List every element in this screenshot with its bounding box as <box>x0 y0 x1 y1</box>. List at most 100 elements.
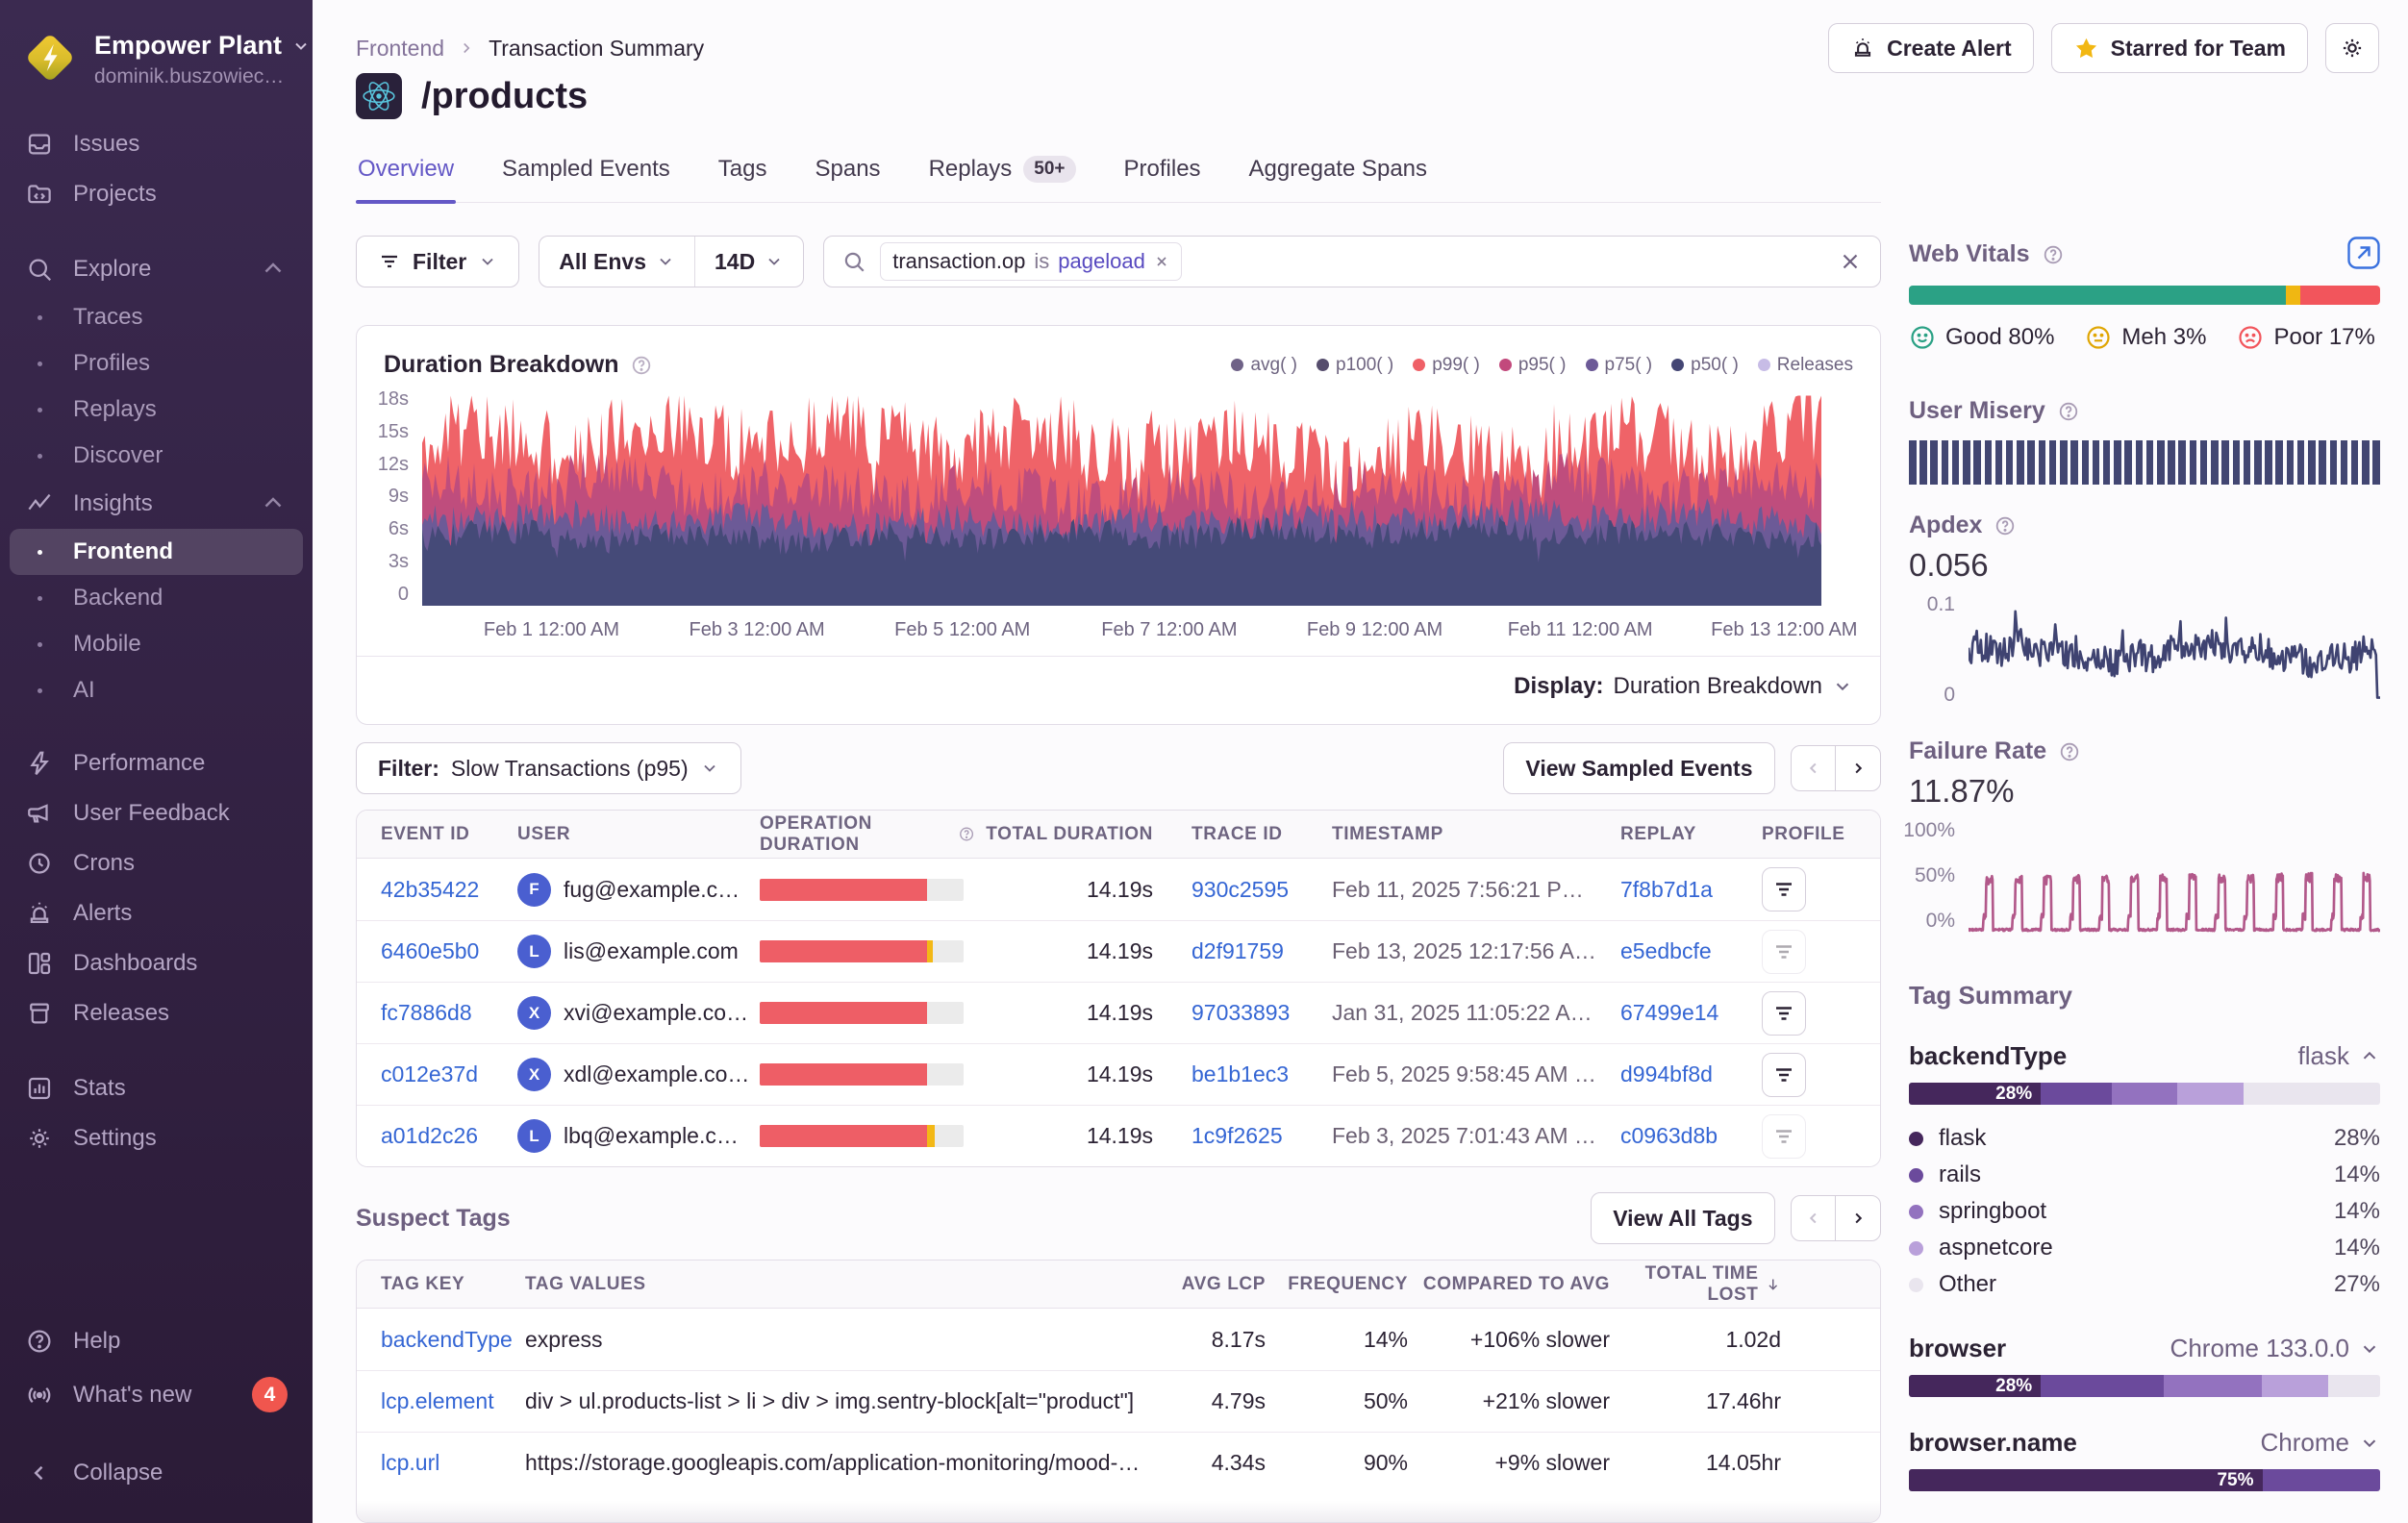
sidebar-item-user-feedback[interactable]: User Feedback <box>0 788 313 838</box>
profile-button[interactable] <box>1762 930 1806 974</box>
table-row: lcp.element div > ul.products-list > li … <box>357 1370 1880 1432</box>
replay-link[interactable]: e5edbcfe <box>1620 938 1712 963</box>
open-in-new-icon[interactable] <box>2347 237 2380 269</box>
sidebar-item-traces[interactable]: Traces <box>0 294 313 340</box>
prev-page-button[interactable] <box>1791 745 1837 791</box>
environment-selector[interactable]: All Envs <box>539 237 694 287</box>
bar-chart-icon <box>25 1074 54 1103</box>
sidebar-item-dashboards[interactable]: Dashboards <box>0 938 313 988</box>
sidebar-item-backend[interactable]: Backend <box>0 575 313 621</box>
replay-link[interactable]: d994bf8d <box>1620 1061 1713 1086</box>
replay-link[interactable]: 67499e14 <box>1620 1000 1718 1025</box>
legend-item[interactable]: p75( ) <box>1586 355 1653 376</box>
next-page-button[interactable] <box>1835 1195 1881 1241</box>
tab-tags[interactable]: Tags <box>716 148 769 202</box>
trace-id-link[interactable]: 1c9f2625 <box>1191 1123 1283 1148</box>
legend-item[interactable]: Releases <box>1758 355 1853 376</box>
legend-item[interactable]: p100( ) <box>1317 355 1393 376</box>
event-id-link[interactable]: a01d2c26 <box>381 1123 478 1148</box>
tab-replays[interactable]: Replays50+ <box>927 148 1078 202</box>
prev-page-button[interactable] <box>1791 1195 1837 1241</box>
create-alert-button[interactable]: Create Alert <box>1828 23 2034 73</box>
tag-key-link[interactable]: lcp.url <box>381 1450 439 1475</box>
help-icon <box>2058 740 2081 763</box>
profile-button[interactable] <box>1762 1053 1806 1097</box>
profile-button[interactable] <box>1762 1114 1806 1159</box>
settings-button[interactable] <box>2325 23 2379 73</box>
trace-id-link[interactable]: 97033893 <box>1191 1000 1290 1025</box>
tab-sampled-events[interactable]: Sampled Events <box>500 148 672 202</box>
sidebar-item-help[interactable]: Help <box>0 1316 313 1366</box>
replay-link[interactable]: c0963d8b <box>1620 1123 1718 1148</box>
replay-link[interactable]: 7f8b7d1a <box>1620 877 1713 902</box>
view-sampled-events-button[interactable]: View Sampled Events <box>1503 742 1774 794</box>
sidebar-item-performance[interactable]: Performance <box>0 738 313 788</box>
sidebar-item-discover[interactable]: Discover <box>0 433 313 479</box>
legend-item[interactable]: p99( ) <box>1413 355 1480 376</box>
profile-button[interactable] <box>1762 867 1806 911</box>
event-id-link[interactable]: fc7886d8 <box>381 1000 472 1025</box>
tab-aggregate-spans[interactable]: Aggregate Spans <box>1247 148 1429 202</box>
display-selector[interactable]: Display: Duration Breakdown <box>357 656 1880 715</box>
trace-id-link[interactable]: d2f91759 <box>1191 938 1284 963</box>
transaction-filter-dropdown[interactable]: Filter: Slow Transactions (p95) <box>356 742 741 794</box>
list-item: aspnetcore14% <box>1909 1230 2380 1266</box>
chevron-down-icon <box>700 759 719 778</box>
legend-item[interactable]: avg( ) <box>1231 355 1297 376</box>
tab-profiles[interactable]: Profiles <box>1122 148 1203 202</box>
sidebar-item-profiles[interactable]: Profiles <box>0 340 313 387</box>
tab-overview[interactable]: Overview <box>356 148 456 202</box>
tag-value-selector[interactable]: Chrome <box>2261 1428 2380 1458</box>
tag-value-selector[interactable]: Chrome 133.0.0 <box>2170 1334 2380 1363</box>
issues-icon <box>25 130 54 159</box>
duration-chart: 18s15s12s 9s6s3s 0 <box>357 387 1880 606</box>
sidebar-item-mobile[interactable]: Mobile <box>0 621 313 667</box>
tab-bar: Overview Sampled Events Tags Spans Repla… <box>356 148 1881 203</box>
event-id-link[interactable]: 6460e5b0 <box>381 938 479 963</box>
clear-search-icon[interactable] <box>1838 249 1863 274</box>
archive-icon <box>25 999 54 1028</box>
next-page-button[interactable] <box>1835 745 1881 791</box>
starred-for-team-button[interactable]: Starred for Team <box>2051 23 2308 73</box>
legend-item[interactable]: p50( ) <box>1671 355 1739 376</box>
suspect-tags-header: Suspect Tags View All Tags <box>356 1192 1881 1244</box>
events-toolbar: Filter: Slow Transactions (p95) View Sam… <box>356 742 1881 794</box>
event-id-link[interactable]: c012e37d <box>381 1061 478 1086</box>
sidebar-item-insights[interactable]: Insights <box>0 479 313 529</box>
tag-distribution-bar[interactable]: 75% <box>1909 1469 2380 1491</box>
trace-id-link[interactable]: be1b1ec3 <box>1191 1061 1289 1086</box>
chart-legend: avg( ) p100( ) p99( ) p95( ) p75( ) p50(… <box>1231 355 1853 376</box>
trace-id-link[interactable]: 930c2595 <box>1191 877 1289 902</box>
sort-column[interactable]: Total Time Lost <box>1610 1263 1781 1306</box>
tag-key-link[interactable]: backendType <box>381 1327 513 1352</box>
tag-distribution-bar[interactable]: 28% <box>1909 1083 2380 1105</box>
sidebar-item-crons[interactable]: Crons <box>0 838 313 888</box>
tab-spans[interactable]: Spans <box>814 148 883 202</box>
search-input[interactable]: transaction.op is pageload <box>823 236 1881 287</box>
sidebar-item-projects[interactable]: Projects <box>0 169 313 219</box>
legend-item[interactable]: p95( ) <box>1499 355 1567 376</box>
sidebar-item-frontend[interactable]: Frontend <box>10 529 303 575</box>
date-range-selector[interactable]: 14D <box>694 237 803 287</box>
tag-distribution-bar[interactable]: 28% <box>1909 1375 2380 1397</box>
sidebar-item-settings[interactable]: Settings <box>0 1113 313 1163</box>
filter-button[interactable]: Filter <box>356 236 519 287</box>
sidebar-item-explore[interactable]: Explore <box>0 244 313 294</box>
sidebar-item-alerts[interactable]: Alerts <box>0 888 313 938</box>
sidebar-item-replays[interactable]: Replays <box>0 387 313 433</box>
tag-value-selector[interactable]: flask <box>2298 1041 2380 1071</box>
search-token[interactable]: transaction.op is pageload <box>880 242 1182 281</box>
sidebar-item-releases[interactable]: Releases <box>0 988 313 1038</box>
sidebar-item-whats-new[interactable]: What's new 4 <box>0 1366 313 1423</box>
view-all-tags-button[interactable]: View All Tags <box>1591 1192 1774 1244</box>
sidebar-collapse-button[interactable]: Collapse <box>0 1448 313 1498</box>
profile-button[interactable] <box>1762 991 1806 1036</box>
sidebar-item-stats[interactable]: Stats <box>0 1063 313 1113</box>
sidebar-item-ai[interactable]: AI <box>0 667 313 713</box>
chevron-down-icon <box>765 252 784 271</box>
org-switcher[interactable]: Empower Plant dominik.buszowiec… <box>0 0 313 113</box>
sidebar-item-issues[interactable]: Issues <box>0 119 313 169</box>
event-id-link[interactable]: 42b35422 <box>381 877 479 902</box>
breadcrumb-parent[interactable]: Frontend <box>356 36 444 62</box>
tag-key-link[interactable]: lcp.element <box>381 1388 494 1413</box>
